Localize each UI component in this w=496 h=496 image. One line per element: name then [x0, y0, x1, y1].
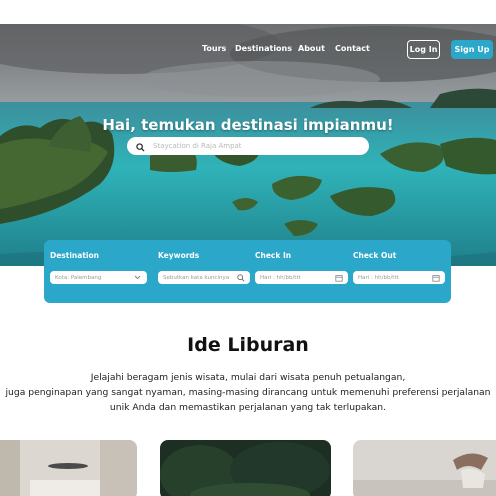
booking-panel: Destination Kota: Palembang Keywords Seb… — [44, 240, 451, 303]
hero-banner: Tours Destinations About Contact Log In … — [0, 24, 496, 266]
search-icon — [136, 137, 145, 156]
keywords-input[interactable]: Sebutkan kata kuncinya — [158, 271, 250, 284]
calendar-icon[interactable] — [334, 273, 343, 282]
checkin-placeholder: Hari : hh/bb/ttt — [260, 274, 301, 281]
nav-link-destinations[interactable]: Destinations — [235, 44, 292, 53]
nav-link-contact[interactable]: Contact — [335, 44, 370, 53]
calendar-icon[interactable] — [431, 273, 440, 282]
idea-card-hotel-room[interactable] — [0, 440, 137, 496]
hero-search-bar[interactable] — [127, 137, 369, 155]
beach-image — [353, 440, 496, 496]
top-nav: Tours Destinations About Contact Log In … — [0, 40, 496, 60]
idea-card-beach[interactable] — [353, 440, 496, 496]
idea-card-forest[interactable] — [160, 440, 331, 496]
destination-select[interactable]: Kota: Palembang — [50, 271, 147, 284]
section-title: Ide Liburan — [187, 334, 309, 356]
destination-label: Destination — [50, 251, 99, 260]
forest-image — [160, 440, 331, 496]
section-description-line-3: unik Anda dan memastikan perjalanan yang… — [109, 402, 387, 413]
checkin-label: Check In — [255, 251, 292, 260]
checkin-date-input[interactable]: Hari : hh/bb/ttt — [255, 271, 348, 284]
nav-link-about[interactable]: About — [298, 44, 325, 53]
keywords-label: Keywords — [158, 251, 200, 260]
section-description-line-1: Jelajahi beragam jenis wisata, mulai dar… — [90, 372, 406, 383]
page: { "nav": { "links": ["Tours", "Destinati… — [0, 0, 496, 496]
hero-title: Hai, temukan destinasi impianmu! — [102, 116, 394, 134]
search-icon[interactable] — [236, 273, 245, 282]
login-button[interactable]: Log In — [407, 40, 440, 59]
hotel-room-image — [0, 440, 137, 496]
section-description-line-2: juga penginapan yang sangat nyaman, masi… — [5, 387, 491, 398]
chevron-down-icon — [133, 273, 142, 282]
checkout-placeholder: Hari : hh/bb/ttt — [358, 274, 399, 281]
signup-button[interactable]: Sign Up — [451, 40, 493, 59]
nav-link-tours[interactable]: Tours — [202, 44, 226, 53]
destination-value: Kota: Palembang — [55, 274, 102, 281]
keywords-placeholder: Sebutkan kata kuncinya — [163, 274, 230, 281]
checkout-label: Check Out — [353, 251, 397, 260]
hero-search-input[interactable] — [153, 142, 353, 150]
checkout-date-input[interactable]: Hari : hh/bb/ttt — [353, 271, 445, 284]
